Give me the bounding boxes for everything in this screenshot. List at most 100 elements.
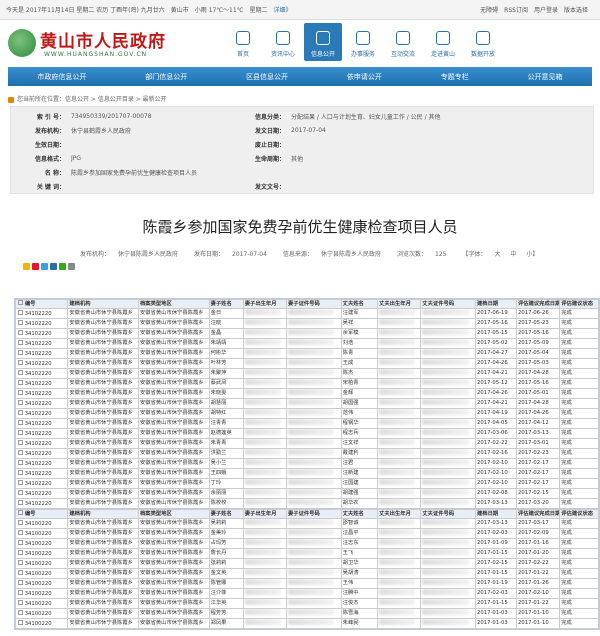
nav-icon-item[interactable]: 互动交流 [384, 23, 422, 61]
main-nav-item[interactable]: 市政府信息公开 [37, 72, 86, 82]
table-row[interactable]: 34102220 安徽省黄山市休宁县陈霞乡 安徽省黄山市休宁县陈霞乡 蔡武凤 宋柏青 20… [14, 378, 599, 389]
row-checkbox[interactable] [18, 469, 23, 475]
nav-icon-item[interactable]: 数据开放 [464, 23, 502, 61]
nav-icon-item[interactable]: 办事服务 [344, 23, 382, 61]
table-row[interactable]: 34100220 安徽省黄山市休宁县陈霞乡 安徽省黄山市休宁县陈霞乡 金美玲 汪昌平 20… [14, 528, 599, 539]
main-nav-item[interactable]: 区县信息公开 [246, 72, 288, 82]
table-cell: 34102220 [14, 358, 69, 369]
nav-icon-item[interactable]: 首页 [224, 23, 262, 61]
share-qzone-icon[interactable] [23, 263, 30, 270]
select-all-checkbox[interactable] [18, 510, 23, 515]
nav-icon-item[interactable]: 走进黄山 [424, 23, 462, 61]
row-checkbox[interactable] [18, 499, 23, 505]
row-checkbox[interactable] [18, 489, 23, 495]
table-row[interactable]: 34102220 安徽省黄山市休宁县陈霞乡 安徽省黄山市休宁县陈霞乡 朱晓雯 金辉 201… [14, 388, 599, 399]
version-select[interactable]: 版本选择 [564, 5, 588, 14]
row-checkbox[interactable] [18, 579, 23, 585]
main-nav-item[interactable]: 部门信息公开 [145, 72, 187, 82]
table-row[interactable]: 34102220 安徽省黄山市休宁县陈霞乡 安徽省黄山市休宁县陈霞乡 余丽丽 胡建强 20… [14, 488, 599, 499]
redacted-cell [422, 459, 469, 465]
row-checkbox[interactable] [18, 549, 23, 555]
cell-text: 2017-05-01 [517, 390, 549, 396]
row-checkbox[interactable] [18, 439, 23, 445]
site-logo-icon[interactable] [8, 29, 36, 57]
login-link[interactable]: 用户登录 [534, 5, 558, 14]
row-checkbox[interactable] [18, 399, 23, 405]
nav-icon-item[interactable]: 资讯中心 [264, 23, 302, 61]
table-row[interactable]: 34102220 安徽省黄山市休宁县陈霞乡 安徽省黄山市休宁县陈霞乡 胡慧丽 胡国强 20… [14, 398, 599, 409]
row-checkbox[interactable] [18, 559, 23, 565]
share-tencent-icon[interactable] [41, 263, 48, 270]
share-more-icon[interactable] [68, 263, 75, 270]
table-row[interactable]: 34100220 安徽省黄山市休宁县陈霞乡 安徽省黄山市休宁县陈霞乡 詹长丹 王飞 201… [14, 548, 599, 559]
table-row[interactable]: 34100220 安徽省黄山市休宁县陈霞乡 安徽省黄山市休宁县陈霞乡 占玛芳 汪志东 20… [14, 538, 599, 549]
accessibility-link[interactable]: 无障碍 [480, 5, 498, 14]
row-checkbox[interactable] [18, 619, 23, 625]
table-row[interactable]: 34102220 安徽省黄山市休宁县陈霞乡 安徽省黄山市休宁县陈霞乡 赵德莲英 程志兵 2… [14, 428, 599, 439]
table-row[interactable]: 34102220 安徽省黄山市休宁县陈霞乡 安徽省黄山市休宁县陈霞乡 陈校校 胡华农 20… [14, 498, 599, 509]
row-checkbox[interactable] [18, 529, 23, 535]
table-row[interactable]: 34100220 安徽省黄山市休宁县陈霞乡 安徽省黄山市休宁县陈霞乡 郑凤果 朱峰民 20… [14, 618, 599, 629]
row-checkbox[interactable] [18, 589, 23, 595]
share-renren-icon[interactable] [50, 263, 57, 270]
main-nav-item[interactable]: 公开意见箱 [528, 72, 563, 82]
cell-text: 陈杰 [342, 370, 354, 376]
row-checkbox[interactable] [18, 429, 23, 435]
share-wechat-icon[interactable] [59, 263, 66, 270]
row-checkbox[interactable] [18, 309, 23, 315]
row-checkbox[interactable] [18, 349, 23, 355]
row-checkbox[interactable] [18, 389, 23, 395]
share-weibo-icon[interactable] [32, 263, 39, 270]
breadcrumb-text[interactable]: 您当前所在位置：信息公开 > 信息公开目录 > 最新公开 [17, 96, 167, 103]
main-nav-item[interactable]: 依申请公开 [347, 72, 382, 82]
table-row[interactable]: 34100220 安徽省黄山市休宁县陈霞乡 安徽省黄山市休宁县陈霞乡 吴莉莉 邵智诚 20… [14, 518, 599, 529]
table-row[interactable]: 34102220 安徽省黄山市休宁县陈霞乡 安徽省黄山市休宁县陈霞乡 汪青青 程钢华 20… [14, 418, 599, 429]
row-checkbox[interactable] [18, 539, 23, 545]
table-row[interactable]: 34102220 安徽省黄山市休宁县陈霞乡 安徽省黄山市休宁县陈霞乡 何彬华 陈青 201… [14, 348, 599, 359]
table-row[interactable]: 34102220 安徽省黄山市休宁县陈霞乡 安徽省黄山市休宁县陈霞乡 王四娥 汪新建 20… [14, 468, 599, 479]
table-row[interactable]: 34102220 安徽省黄山市休宁县陈霞乡 安徽省黄山市休宁县陈霞乡 金晶 余军模 201… [14, 328, 599, 339]
row-checkbox[interactable] [18, 369, 23, 375]
table-row[interactable]: 34102220 安徽省黄山市休宁县陈霞乡 安徽省黄山市休宁县陈霞乡 叶林芳 王成 201… [14, 358, 599, 369]
table-row[interactable]: 34102220 安徽省黄山市休宁县陈霞乡 安徽省黄山市休宁县陈霞乡 丁玲 汪国建 201… [14, 478, 599, 489]
nav-icon-item[interactable]: 信息公开 [304, 23, 342, 61]
table-row[interactable]: 34102220 安徽省黄山市休宁县陈霞乡 安徽省黄山市休宁县陈霞乡 朱青青 汪文祥 20… [14, 438, 599, 449]
table-row[interactable]: 34100220 安徽省黄山市休宁县陈霞乡 安徽省黄山市休宁县陈霞乡 金文英 吴胡涛 20… [14, 568, 599, 579]
table-row[interactable]: 34102220 安徽省黄山市休宁县陈霞乡 安徽省黄山市休宁县陈霞乡 朱聚萍 陈杰 201… [14, 368, 599, 379]
row-checkbox[interactable] [18, 479, 23, 485]
row-checkbox[interactable] [18, 519, 23, 525]
site-title[interactable]: 黄山市人民政府 [40, 27, 166, 52]
row-checkbox[interactable] [18, 409, 23, 415]
row-checkbox[interactable] [18, 459, 23, 465]
font-small-button[interactable]: 小】 [526, 251, 538, 258]
rss-link[interactable]: RSS订阅 [504, 5, 528, 14]
row-checkbox[interactable] [18, 609, 23, 615]
table-row[interactable]: 34102220 安徽省黄山市休宁县陈霞乡 安徽省黄山市休宁县陈霞乡 朱靖靖 刘浩 201… [14, 338, 599, 349]
table-row[interactable]: 34100220 安徽省黄山市休宁县陈霞乡 安徽省黄山市休宁县陈霞乡 程芳芳 陈雪海 20… [14, 608, 599, 619]
row-checkbox[interactable] [18, 379, 23, 385]
weather-detail-link[interactable]: 详细》 [273, 5, 291, 14]
table-row[interactable]: 34100220 安徽省黄山市休宁县陈霞乡 安徽省黄山市休宁县陈霞乡 汪介菲 汪腾中 20… [14, 588, 599, 599]
font-mid-button[interactable]: 中 [510, 251, 516, 258]
cell-text: 安徽省黄山市休宁县陈霞乡 [69, 380, 133, 386]
table-row[interactable]: 34100220 安徽省黄山市休宁县陈霞乡 安徽省黄山市休宁县陈霞乡 陈管娜 王伟 201… [14, 578, 599, 589]
table-row[interactable]: 34102220 安徽省黄山市休宁县陈霞乡 安徽省黄山市休宁县陈霞乡 吴小兰 汪君 201… [14, 458, 599, 469]
table-row[interactable]: 34102220 安徽省黄山市休宁县陈霞乡 安徽省黄山市休宁县陈霞乡 胡特红 范伟 201… [14, 408, 599, 419]
table-row[interactable]: 34102220 安徽省黄山市休宁县陈霞乡 安徽省黄山市休宁县陈霞乡 汪晓 吴祥 2017… [14, 318, 599, 329]
row-checkbox[interactable] [18, 329, 23, 335]
table-row[interactable]: 34102220 安徽省黄山市休宁县陈霞乡 安徽省黄山市休宁县陈霞乡 金日 汪建军 201… [14, 308, 599, 319]
font-big-button[interactable]: 大 [494, 251, 500, 258]
table-row[interactable]: 34100220 安徽省黄山市休宁县陈霞乡 安徽省黄山市休宁县陈霞乡 张莉莉 胡卫华 20… [14, 558, 599, 569]
table-row[interactable]: 34100220 安徽省黄山市休宁县陈霞乡 安徽省黄山市休宁县陈霞乡 江华英 汪俊杰 20… [14, 598, 599, 609]
row-checkbox[interactable] [18, 449, 23, 455]
row-checkbox[interactable] [18, 569, 23, 575]
row-checkbox[interactable] [18, 339, 23, 345]
row-checkbox[interactable] [18, 599, 23, 605]
row-checkbox[interactable] [18, 419, 23, 425]
select-all-checkbox[interactable] [18, 300, 23, 305]
table-cell: 2017-04-28 [515, 368, 561, 379]
row-checkbox[interactable] [18, 359, 23, 365]
table-row[interactable]: 34102220 安徽省黄山市休宁县陈霞乡 安徽省黄山市休宁县陈霞乡 洪勤兰 戴建利 20… [14, 448, 599, 459]
main-nav-item[interactable]: 专题专栏 [441, 72, 469, 82]
row-checkbox[interactable] [18, 319, 23, 325]
